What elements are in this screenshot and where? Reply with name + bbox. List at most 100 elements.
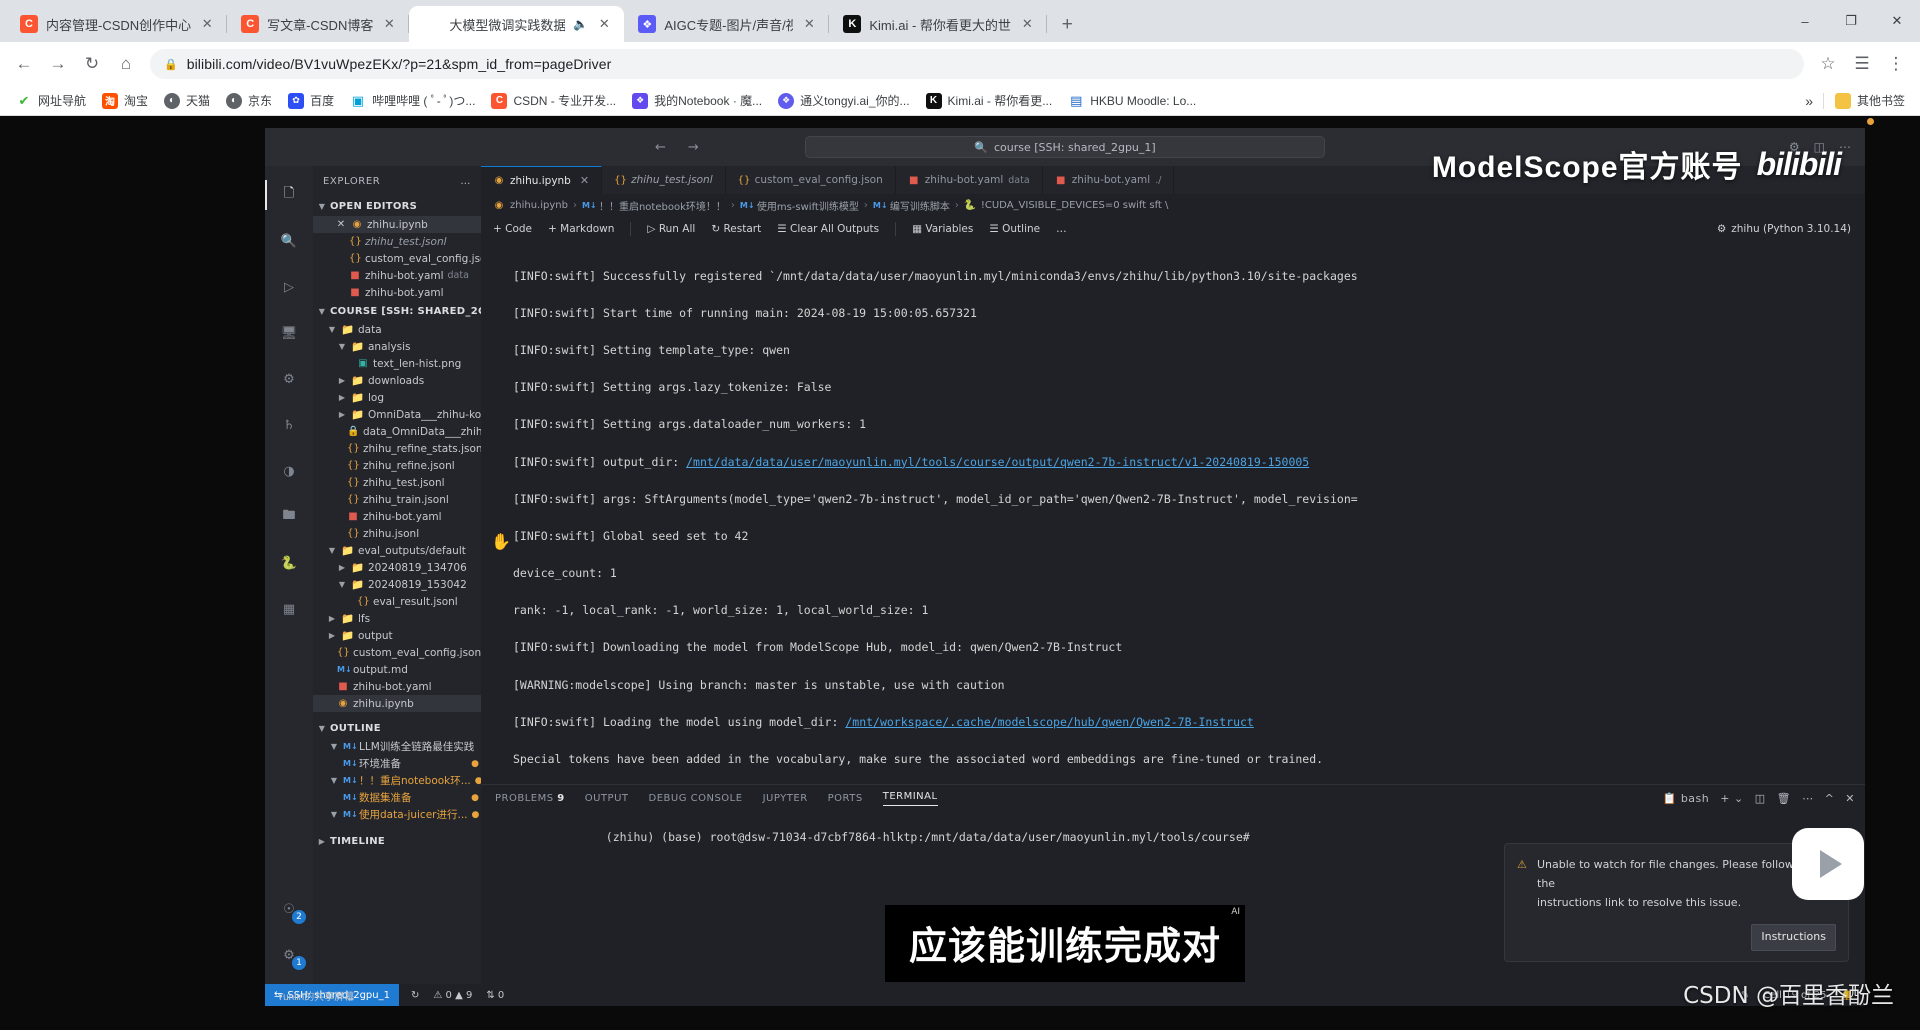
maximize-button[interactable]: ❐ [1828, 0, 1874, 42]
open-editor-item[interactable]: ✕ ◉ zhihu.ipynb [313, 216, 481, 233]
browser-menu-icon[interactable]: ⋮ [1880, 48, 1912, 80]
outline-item[interactable]: M↓ 环境准备 ● [313, 755, 481, 772]
browser-tab-1[interactable]: C 写文章-CSDN博客 ✕ [227, 6, 410, 42]
bookmark-3[interactable]: ◐ 京东 [219, 89, 279, 112]
tree-item-file[interactable]: M↓ output.md [313, 661, 481, 678]
tree-item-file[interactable]: {} zhihu_train.jsonl [313, 491, 481, 508]
restart-button[interactable]: ↻ Restart [711, 223, 761, 235]
home-button[interactable]: ⌂ [110, 48, 142, 80]
sidebar-item-extensions[interactable]: ▦ [265, 586, 313, 632]
tab-terminal[interactable]: TERMINAL [882, 791, 938, 806]
browser-tab-0[interactable]: C 内容管理-CSDN创作中心 ✕ [6, 6, 228, 42]
tree-item-folder[interactable]: ▼ 📁 20240819_153042 [313, 576, 481, 593]
forward-button[interactable]: → [42, 48, 74, 80]
split-terminal-icon[interactable]: ◫ [1755, 792, 1766, 805]
problems-status[interactable]: ⚠ 0 ▲ 9 [433, 990, 472, 1001]
minimize-button[interactable]: – [1782, 0, 1828, 42]
tab-close-icon[interactable]: ✕ [381, 16, 397, 32]
shell-label[interactable]: 📋 bash [1663, 792, 1710, 805]
tree-item-file[interactable]: {} eval_result.jsonl [313, 593, 481, 610]
bookmark-2[interactable]: ◐ 天猫 [157, 89, 217, 112]
sidebar-item-testing[interactable]: ⚙ [265, 356, 313, 402]
back-icon[interactable]: ← [655, 140, 666, 155]
breadcrumb-3[interactable]: 编写训练脚本 [890, 198, 950, 213]
tree-item-analysis[interactable]: ▼ 📁 analysis [313, 338, 481, 355]
address-bar[interactable]: 🔒 bilibili.com/video/BV1vuWpezEKx/?p=21&… [150, 49, 1804, 79]
tree-item-downloads[interactable]: ▶ 📁 downloads [313, 372, 481, 389]
tree-item-file[interactable]: ■ zhihu-bot.yaml [313, 508, 481, 525]
breadcrumb[interactable]: ◉ zhihu.ipynb › M↓ ！！重启notebook环境！！ › M↓… [481, 194, 1865, 216]
tree-item-file[interactable]: {} zhihu_refine_stats.jsonl [313, 440, 481, 457]
tree-item-zhihu-ipynb[interactable]: ◉ zhihu.ipynb [313, 695, 481, 712]
section-open-editors[interactable]: ▼ OPEN EDITORS [313, 196, 481, 216]
close-icon[interactable]: ✕ [580, 174, 589, 187]
more-icon[interactable]: ⋯ [1802, 792, 1814, 805]
sync-icon[interactable]: ↻ [411, 990, 419, 1001]
model-dir-link[interactable]: /mnt/workspace/.cache/modelscope/hub/qwe… [845, 715, 1254, 729]
bookmark-5[interactable]: ▣ 哔哩哔哩 ( ﾟ- ﾟ)つ... [343, 89, 482, 112]
explorer-tree[interactable]: ▼ OPEN EDITORS ✕ ◉ zhihu.ipynb {} zhihu_… [313, 196, 481, 984]
tree-item-file[interactable]: ■ zhihu-bot.yaml [313, 678, 481, 695]
tree-item-eval-outputs[interactable]: ▼ 📁 eval_outputs/default [313, 542, 481, 559]
variables-button[interactable]: ▦ Variables [912, 223, 973, 235]
tree-item-omnidata[interactable]: ▶ 📁 OmniData___zhihu-kol [313, 406, 481, 423]
tree-item-output[interactable]: ▶ 📁 output [313, 627, 481, 644]
instructions-button[interactable]: Instructions [1751, 924, 1836, 951]
browser-tab-2-active[interactable]: ▣ 大模型微调实践数据准备/清 🔈 ✕ [409, 6, 625, 42]
bookmarks-overflow-icon[interactable]: » [1799, 93, 1819, 109]
tree-item-file[interactable]: ▣ text_len-hist.png [313, 355, 481, 372]
open-editor-item[interactable]: {} zhihu_test.jsonl [313, 233, 481, 250]
outline-item[interactable]: ▼ M↓ LLM训练全链路最佳实践 [313, 738, 481, 755]
tree-item-folder[interactable]: ▶ 📁 20240819_134706 [313, 559, 481, 576]
reading-list-icon[interactable]: ☰ [1846, 48, 1878, 80]
section-timeline[interactable]: ▶ TIMELINE [313, 831, 481, 851]
bookmark-10[interactable]: ▤ HKBU Moodle: Lo... [1061, 90, 1203, 112]
outline-item[interactable]: ▼ M↓ 使用data-juicer进行... ● [313, 806, 481, 823]
editor-tab-zhihu-test[interactable]: {} zhihu_test.jsonl [602, 166, 726, 194]
breadcrumb-0[interactable]: zhihu.ipynb [510, 200, 568, 211]
outline-item[interactable]: M↓ 数据集准备 ● [313, 789, 481, 806]
editor-tab-zhihu-bot-yaml-data[interactable]: ■ zhihu-bot.yaml data [896, 166, 1043, 194]
kill-terminal-icon[interactable]: 🗑 [1777, 792, 1791, 805]
reload-button[interactable]: ↻ [76, 48, 108, 80]
run-all-button[interactable]: ▷ Run All [647, 223, 695, 235]
close-button[interactable]: ✕ [1874, 0, 1920, 42]
tree-item-file[interactable]: {} zhihu.jsonl [313, 525, 481, 542]
new-tab-button[interactable]: + [1053, 10, 1081, 38]
bookmark-1[interactable]: 淘淘宝 [95, 89, 155, 112]
tab-debug-console[interactable]: DEBUG CONSOLE [649, 793, 743, 804]
tab-audio-icon[interactable]: 🔈 [573, 17, 588, 31]
open-editor-item[interactable]: ■ zhihu-bot.yaml data [313, 267, 481, 284]
tab-close-icon[interactable]: ✕ [801, 16, 817, 32]
tree-item-file[interactable]: {} custom_eval_config.json [313, 644, 481, 661]
browser-tab-3[interactable]: ❖ AIGC专题-图片/声音/视频/Agen ✕ [624, 6, 830, 42]
tree-item-file[interactable]: {} zhihu_refine.jsonl [313, 457, 481, 474]
bookmark-7[interactable]: ❖ 我的Notebook · 魔... [625, 89, 769, 112]
editor-tab-zhihu-bot-yaml[interactable]: ■ zhihu-bot.yaml ./ [1043, 166, 1175, 194]
add-markdown-cell-button[interactable]: + Markdown [548, 223, 614, 235]
breadcrumb-1[interactable]: ！！重启notebook环境！！ [599, 198, 726, 213]
sidebar-item-accounts[interactable]: ☉ 2 [265, 886, 313, 932]
breadcrumb-4[interactable]: !CUDA_VISIBLE_DEVICES=0 swift sft \ [981, 200, 1169, 211]
sidebar-item-search[interactable]: 🔍 [265, 218, 313, 264]
open-editor-item[interactable]: ■ zhihu-bot.yaml [313, 284, 481, 301]
bookmark-9[interactable]: K Kimi.ai - 帮你看更... [919, 89, 1060, 112]
tab-ports[interactable]: PORTS [828, 793, 863, 804]
outline-item[interactable]: ▼ M↓ ！！重启notebook环... ● [313, 772, 481, 789]
close-icon[interactable]: ✕ [1845, 792, 1855, 805]
open-editor-item[interactable]: {} custom_eval_config.json [313, 250, 481, 267]
other-bookmarks-button[interactable]: 其他书签 [1828, 89, 1912, 112]
more-actions-icon[interactable]: … [1056, 223, 1067, 235]
tree-item-file[interactable]: {} zhihu_test.jsonl [313, 474, 481, 491]
breadcrumb-2[interactable]: 使用ms-swift训练模型 [757, 198, 859, 213]
editor-tab-zhihu-ipynb[interactable]: ◉ zhihu.ipynb ✕ [481, 166, 603, 194]
sidebar-item-python[interactable]: 🐍 [265, 540, 313, 586]
section-outline[interactable]: ▼ OUTLINE [313, 718, 481, 738]
clear-outputs-button[interactable]: ☰ Clear All Outputs [777, 223, 879, 235]
tree-item-data[interactable]: ▼ 📁 data [313, 321, 481, 338]
bookmark-6[interactable]: C CSDN - 专业开发... [484, 89, 623, 112]
tab-close-icon[interactable]: ✕ [596, 16, 612, 32]
add-code-cell-button[interactable]: + Code [493, 223, 532, 235]
sidebar-item-jupyter[interactable]: ◑ [265, 448, 313, 494]
video-player-stage[interactable]: ← → 🔍 course [SSH: shared_2gpu_1] ⚙ ◫ ⋯ [265, 128, 1865, 1006]
